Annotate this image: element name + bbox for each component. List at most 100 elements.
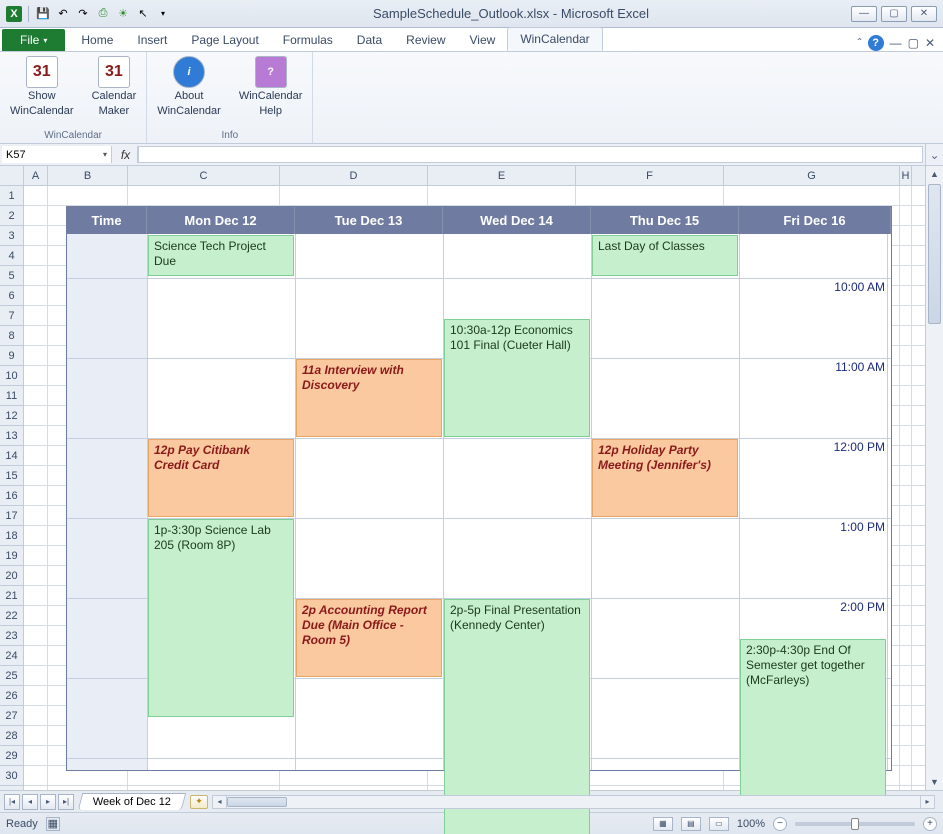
row-header-11[interactable]: 11 xyxy=(0,386,23,406)
row-header-10[interactable]: 10 xyxy=(0,366,23,386)
ribbon-tab-data[interactable]: Data xyxy=(345,29,394,51)
ribbon-tab-review[interactable]: Review xyxy=(394,29,457,51)
column-header-H[interactable]: H xyxy=(900,166,912,185)
calendar-event[interactable]: 12p Holiday Party Meeting (Jennifer's) xyxy=(592,439,738,517)
row-header-15[interactable]: 15 xyxy=(0,466,23,486)
row-header-13[interactable]: 13 xyxy=(0,426,23,446)
row-header-7[interactable]: 7 xyxy=(0,306,23,326)
zoom-out-button[interactable]: − xyxy=(773,817,787,831)
cursor-icon[interactable]: ↖ xyxy=(135,6,151,22)
horizontal-scrollbar[interactable]: ◂ ▸ xyxy=(212,795,935,809)
calendar-event[interactable]: 2p Accounting Report Due (Main Office - … xyxy=(296,599,442,677)
print-icon[interactable]: ⎙ xyxy=(95,6,111,22)
scroll-down-icon[interactable]: ▼ xyxy=(926,774,943,790)
save-icon[interactable]: 💾 xyxy=(35,6,51,22)
scroll-up-icon[interactable]: ▲ xyxy=(926,166,943,182)
maximize-button[interactable]: ▢ xyxy=(881,6,907,22)
row-header-17[interactable]: 17 xyxy=(0,506,23,526)
row-header-30[interactable]: 30 xyxy=(0,766,23,786)
undo-icon[interactable]: ↶ xyxy=(55,6,71,22)
select-all-corner[interactable] xyxy=(0,166,24,186)
help-icon[interactable]: ? xyxy=(868,35,884,51)
row-header-14[interactable]: 14 xyxy=(0,446,23,466)
row-header-4[interactable]: 4 xyxy=(0,246,23,266)
name-box-dropdown-icon[interactable]: ▾ xyxy=(103,150,107,159)
sheet-nav-first[interactable]: |◂ xyxy=(4,794,20,810)
sheet-nav-last[interactable]: ▸| xyxy=(58,794,74,810)
row-header-27[interactable]: 27 xyxy=(0,706,23,726)
row-header-19[interactable]: 19 xyxy=(0,546,23,566)
row-header-1[interactable]: 1 xyxy=(0,186,23,206)
ribbon-tab-view[interactable]: View xyxy=(458,29,508,51)
calendar-event[interactable]: 2:30p-4:30p End Of Semester get together… xyxy=(740,639,886,797)
column-header-B[interactable]: B xyxy=(48,166,128,185)
ribbon-tab-home[interactable]: Home xyxy=(69,29,125,51)
row-header-22[interactable]: 22 xyxy=(0,606,23,626)
ribbon-tab-page-layout[interactable]: Page Layout xyxy=(179,29,270,51)
row-header-20[interactable]: 20 xyxy=(0,566,23,586)
ribbon-item-calendar-maker[interactable]: 31CalendarMaker xyxy=(92,56,137,117)
column-header-C[interactable]: C xyxy=(128,166,280,185)
calendar-event[interactable]: Last Day of Classes xyxy=(592,235,738,276)
calendar-body[interactable]: 10:00 AM11:00 AM12:00 PM1:00 PM2:00 PM3:… xyxy=(67,234,891,770)
row-header-21[interactable]: 21 xyxy=(0,586,23,606)
row-header-5[interactable]: 5 xyxy=(0,266,23,286)
zoom-value[interactable]: 100% xyxy=(737,818,765,830)
row-header-9[interactable]: 9 xyxy=(0,346,23,366)
formula-expand-icon[interactable]: ⌄ xyxy=(925,144,943,165)
column-header-E[interactable]: E xyxy=(428,166,576,185)
minimize-button[interactable]: — xyxy=(851,6,877,22)
ribbon-item-show-wincalendar[interactable]: 31ShowWinCalendar xyxy=(10,56,74,117)
sheet-nav-next[interactable]: ▸ xyxy=(40,794,56,810)
row-header-24[interactable]: 24 xyxy=(0,646,23,666)
ribbon-tab-formulas[interactable]: Formulas xyxy=(271,29,345,51)
calendar-event[interactable]: 10:30a-12p Economics 101 Final (Cueter H… xyxy=(444,319,590,437)
row-header-3[interactable]: 3 xyxy=(0,226,23,246)
scroll-right-icon[interactable]: ▸ xyxy=(920,796,934,808)
column-header-A[interactable]: A xyxy=(24,166,48,185)
new-sheet-icon[interactable]: ✦ xyxy=(190,795,208,809)
view-page-layout-button[interactable]: ▤ xyxy=(681,817,701,831)
view-normal-button[interactable]: ▦ xyxy=(653,817,673,831)
vertical-scrollbar[interactable]: ▲ ▼ xyxy=(925,166,943,790)
calendar-event[interactable]: 11a Interview with Discovery xyxy=(296,359,442,437)
zoom-in-button[interactable]: + xyxy=(923,817,937,831)
vertical-scrollbar-thumb[interactable] xyxy=(928,184,941,324)
mdi-close-icon[interactable]: ✕ xyxy=(925,36,935,50)
redo-icon[interactable]: ↷ xyxy=(75,6,91,22)
ribbon-tab-insert[interactable]: Insert xyxy=(125,29,179,51)
name-box[interactable]: K57 ▾ xyxy=(2,146,112,163)
cells-grid[interactable]: TimeMon Dec 12Tue Dec 13Wed Dec 14Thu De… xyxy=(24,186,925,790)
sheet-nav-prev[interactable]: ◂ xyxy=(22,794,38,810)
calendar-event[interactable]: 1p-3:30p Science Lab 205 (Room 8P) xyxy=(148,519,294,717)
row-header-16[interactable]: 16 xyxy=(0,486,23,506)
row-header-2[interactable]: 2 xyxy=(0,206,23,226)
zoom-slider-thumb[interactable] xyxy=(851,818,859,830)
view-page-break-button[interactable]: ▭ xyxy=(709,817,729,831)
ribbon-minimize-icon[interactable]: ˆ xyxy=(858,36,862,50)
sheet-tab-active[interactable]: Week of Dec 12 xyxy=(78,793,187,810)
mdi-minimize-icon[interactable]: — xyxy=(890,36,902,50)
horizontal-scrollbar-thumb[interactable] xyxy=(227,797,287,807)
ribbon-tab-wincalendar[interactable]: WinCalendar xyxy=(507,27,602,51)
zoom-slider[interactable] xyxy=(795,822,915,826)
row-header-29[interactable]: 29 xyxy=(0,746,23,766)
row-header-6[interactable]: 6 xyxy=(0,286,23,306)
ribbon-item-wincalendar-help[interactable]: ?WinCalendarHelp xyxy=(239,56,303,117)
fx-label[interactable]: fx xyxy=(114,146,138,163)
row-header-26[interactable]: 26 xyxy=(0,686,23,706)
ribbon-item-about-wincalendar[interactable]: iAboutWinCalendar xyxy=(157,56,221,117)
scroll-left-icon[interactable]: ◂ xyxy=(213,796,227,808)
row-header-23[interactable]: 23 xyxy=(0,626,23,646)
qat-dropdown-icon[interactable]: ▾ xyxy=(155,6,171,22)
row-header-12[interactable]: 12 xyxy=(0,406,23,426)
calendar-event[interactable]: 12p Pay Citibank Credit Card xyxy=(148,439,294,517)
row-header-25[interactable]: 25 xyxy=(0,666,23,686)
row-header-8[interactable]: 8 xyxy=(0,326,23,346)
new-icon[interactable]: ☀ xyxy=(115,6,131,22)
mdi-restore-icon[interactable]: ▢ xyxy=(908,36,919,50)
row-header-18[interactable]: 18 xyxy=(0,526,23,546)
row-header-28[interactable]: 28 xyxy=(0,726,23,746)
column-header-G[interactable]: G xyxy=(724,166,900,185)
macro-record-icon[interactable]: ▦ xyxy=(46,817,60,831)
